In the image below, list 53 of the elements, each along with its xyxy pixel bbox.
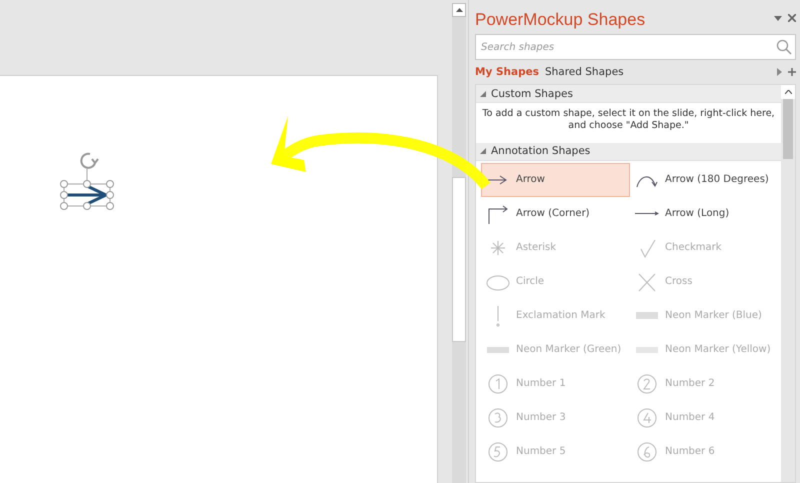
marker-icon: [487, 346, 509, 353]
shapes-tab[interactable]: My Shapes: [475, 66, 539, 78]
shape-item[interactable]: Arrow: [481, 162, 630, 197]
numbered-circle-icon: [486, 440, 510, 463]
collapse-icon: [480, 90, 486, 96]
dropdown-icon[interactable]: [774, 16, 782, 20]
scrollbar-thumb[interactable]: [783, 99, 793, 159]
shape-item[interactable]: Neon Marker (Yellow): [630, 332, 780, 367]
scroll-up-button[interactable]: [781, 85, 795, 99]
shape-item[interactable]: Number 6: [630, 434, 780, 469]
shape-item[interactable]: Neon Marker (Green): [481, 332, 630, 367]
shape-item[interactable]: Number 5: [481, 434, 630, 469]
shape-item[interactable]: Number 2: [630, 366, 780, 401]
section-note: To add a custom shape, select it on the slide, right-click here, and choose "Add Shape.": [481, 107, 776, 134]
shapes-tab[interactable]: Shared Shapes: [544, 66, 624, 78]
marker-icon: [636, 312, 658, 320]
numbered-circle-icon: [635, 406, 659, 429]
shape-item[interactable]: Number 1: [481, 366, 630, 401]
shape-item[interactable]: Number 4: [630, 400, 780, 435]
numbered-circle-icon: [486, 372, 510, 395]
shape-item[interactable]: Arrow (180 Degrees): [630, 162, 780, 197]
section-title: Annotation Shapes: [491, 145, 590, 158]
panel-title: PowerMockup Shapes: [475, 10, 646, 30]
shape-item[interactable]: Circle: [481, 264, 630, 299]
caret-up-icon: [456, 8, 462, 12]
shape-item[interactable]: Neon Marker (Blue): [630, 298, 780, 333]
shape-item[interactable]: Exclamation Mark: [481, 298, 630, 333]
section-header[interactable]: Annotation Shapes: [476, 142, 781, 161]
shape-item[interactable]: Arrow (Long): [630, 196, 780, 231]
collapse-icon: [480, 148, 486, 154]
plus-icon[interactable]: [788, 68, 796, 76]
search-field[interactable]: Search shapes: [479, 40, 776, 54]
shape-item[interactable]: Cross: [630, 264, 780, 299]
scrollbar-thumb[interactable]: [452, 177, 466, 342]
search-box[interactable]: Search shapes: [475, 34, 796, 60]
caret-up-icon: [784, 90, 792, 94]
shape-item[interactable]: Arrow (Corner): [481, 196, 630, 231]
shape-item[interactable]: Asterisk: [481, 230, 630, 265]
play-icon[interactable]: [777, 68, 782, 76]
close-icon[interactable]: [788, 14, 796, 22]
marker-icon: [636, 346, 658, 353]
corner-arrow-icon: [486, 202, 510, 225]
numbered-circle-icon: [486, 406, 510, 429]
numbered-circle-icon: [635, 372, 659, 395]
scroll-up-button[interactable]: [452, 3, 466, 17]
search-icon[interactable]: [776, 39, 792, 55]
section-header[interactable]: Custom Shapes: [476, 85, 781, 103]
numbered-circle-icon: [635, 440, 659, 463]
long-arrow-icon: [635, 211, 659, 216]
shape-item[interactable]: Checkmark: [630, 230, 780, 265]
shape-item[interactable]: Number 3: [481, 400, 630, 435]
section-title: Custom Shapes: [491, 88, 573, 100]
exclamation-icon: [496, 304, 500, 327]
